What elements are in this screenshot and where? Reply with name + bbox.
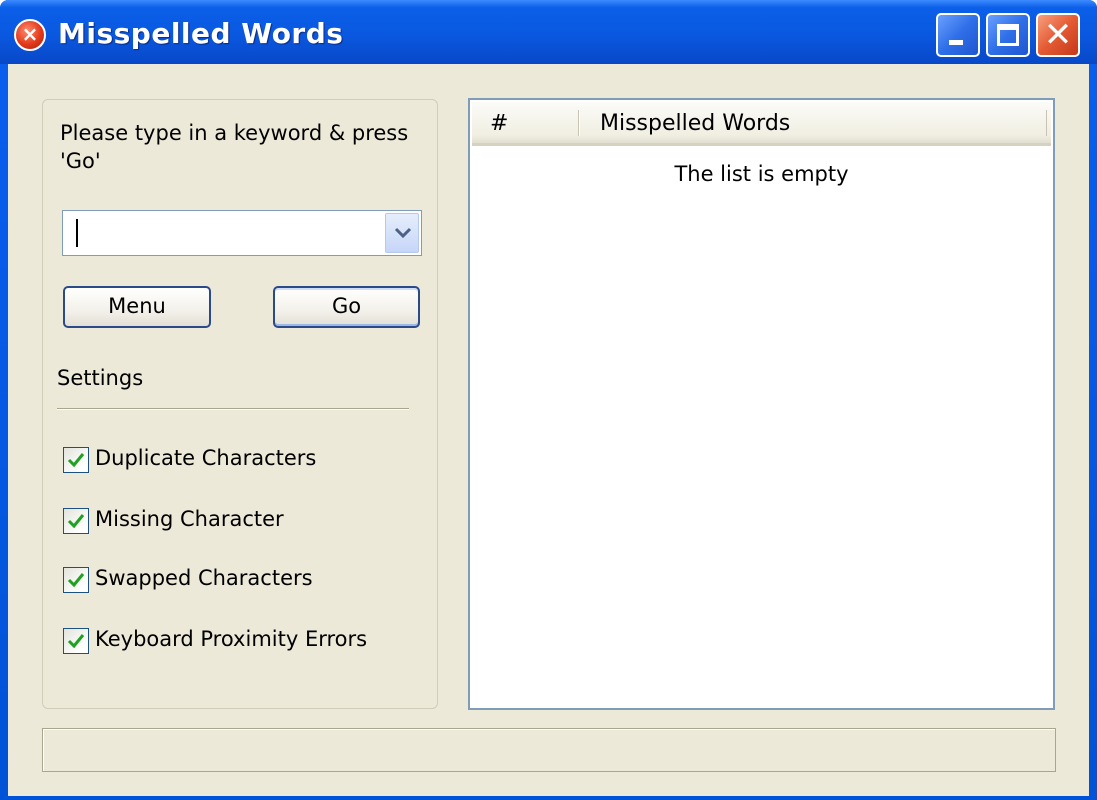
combobox-dropdown-button[interactable]: [385, 213, 419, 253]
checkmark-icon: [67, 634, 85, 649]
menu-button[interactable]: Menu: [63, 286, 211, 328]
close-icon: ✕: [1043, 15, 1073, 55]
checkbox-box[interactable]: [63, 567, 89, 593]
column-header-number[interactable]: #: [490, 111, 508, 136]
checkbox-label: Keyboard Proximity Errors: [95, 627, 368, 651]
checkbox-label: Swapped Characters: [95, 566, 313, 590]
status-bar: [42, 728, 1056, 772]
checkbox-label: Missing Character: [95, 507, 284, 531]
checkbox-label: Duplicate Characters: [95, 446, 317, 470]
close-button[interactable]: ✕: [1036, 13, 1080, 57]
client-area: Please type in a keyword & press 'Go' Me…: [8, 64, 1089, 796]
column-resize-handle[interactable]: [1046, 110, 1047, 136]
minimize-icon: [949, 40, 963, 45]
checkmark-icon: [67, 514, 85, 529]
misspelled-words-list[interactable]: # Misspelled Words The list is empty: [468, 98, 1055, 710]
keyword-combobox[interactable]: [62, 210, 422, 256]
text-caret: [76, 219, 78, 247]
column-resize-handle[interactable]: [578, 110, 580, 136]
search-prompt: Please type in a keyword & press 'Go': [60, 121, 409, 173]
checkmark-icon: [67, 573, 85, 588]
go-button[interactable]: Go: [273, 286, 420, 328]
settings-heading: Settings: [57, 366, 144, 390]
title-bar[interactable]: × Misspelled Words ✕: [0, 0, 1097, 64]
checkmark-icon: [67, 453, 85, 468]
search-settings-panel: Please type in a keyword & press 'Go' Me…: [42, 99, 438, 709]
checkbox-box[interactable]: [63, 447, 89, 473]
column-header-misspelled-words[interactable]: Misspelled Words: [600, 111, 790, 136]
maximize-button[interactable]: [986, 13, 1030, 57]
empty-list-message: The list is empty: [674, 162, 849, 186]
maximize-icon: [997, 24, 1019, 46]
window-title: Misspelled Words: [58, 17, 344, 50]
checkbox-box[interactable]: [63, 508, 89, 534]
chevron-down-icon: [394, 227, 412, 239]
list-header: # Misspelled Words: [472, 102, 1051, 146]
app-close-circle-icon[interactable]: ×: [14, 19, 46, 51]
minimize-button[interactable]: [936, 13, 980, 57]
settings-divider: [57, 408, 409, 410]
checkbox-box[interactable]: [63, 628, 89, 654]
app-window: × Misspelled Words ✕ Please type in a ke…: [0, 0, 1097, 800]
